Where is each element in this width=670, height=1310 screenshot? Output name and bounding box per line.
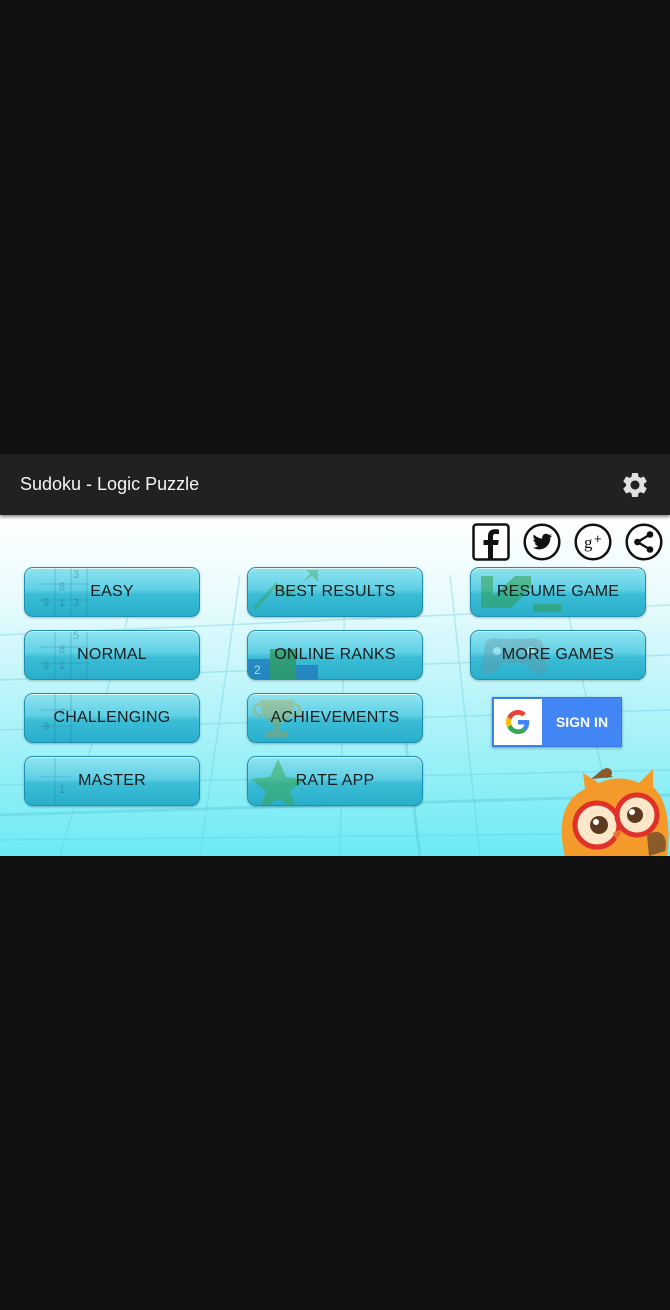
best-results-label: BEST RESULTS bbox=[274, 583, 396, 600]
deco-digit: 3 bbox=[73, 597, 79, 609]
deco-digit: 1 bbox=[59, 784, 65, 796]
deco-digit: 1 bbox=[59, 597, 65, 609]
google-sign-in-button[interactable]: SIGN IN bbox=[492, 697, 622, 747]
google-plus-icon[interactable]: g + bbox=[574, 523, 612, 561]
more-games-button[interactable]: MORE GAMES bbox=[470, 630, 646, 680]
deco-digit: 5 bbox=[73, 631, 79, 642]
online-ranks-label: ONLINE RANKS bbox=[274, 646, 396, 663]
resume-game-label: RESUME GAME bbox=[496, 583, 620, 600]
owl-mascot-image bbox=[561, 768, 669, 856]
deco-digit: 8 bbox=[59, 644, 65, 656]
easy-label: EASY bbox=[90, 583, 134, 600]
main-menu: g + 3 8 9 1 3 EASY 5 8 9 1 NORMAL 8 9 CH… bbox=[0, 515, 670, 856]
deco-digit: 9 bbox=[43, 660, 49, 672]
share-icon[interactable] bbox=[625, 523, 663, 561]
normal-button[interactable]: 5 8 9 1 NORMAL bbox=[24, 630, 200, 680]
best-results-button[interactable]: BEST RESULTS bbox=[247, 567, 423, 617]
twitter-icon[interactable] bbox=[523, 523, 561, 561]
resume-game-button[interactable]: RESUME GAME bbox=[470, 567, 646, 617]
easy-button[interactable]: 3 8 9 1 3 EASY bbox=[24, 567, 200, 617]
achievements-label: ACHIEVEMENTS bbox=[270, 709, 400, 726]
master-button[interactable]: 1 MASTER bbox=[24, 756, 200, 806]
svg-text:+: + bbox=[594, 531, 602, 546]
challenging-button[interactable]: 8 9 CHALLENGING bbox=[24, 693, 200, 743]
more-games-label: MORE GAMES bbox=[501, 646, 615, 663]
deco-digit: 1 bbox=[59, 660, 65, 672]
rate-app-button[interactable]: RATE APP bbox=[247, 756, 423, 806]
gear-icon[interactable] bbox=[620, 470, 650, 500]
podium-rank: 2 bbox=[254, 663, 261, 677]
facebook-icon[interactable] bbox=[472, 523, 510, 561]
app-title: Sudoku - Logic Puzzle bbox=[20, 474, 200, 494]
master-label: MASTER bbox=[78, 772, 146, 789]
deco-digit: 9 bbox=[43, 721, 49, 733]
achievements-button[interactable]: ACHIEVEMENTS bbox=[247, 693, 423, 743]
deco-digit: 9 bbox=[43, 597, 49, 609]
app-bar: Sudoku - Logic Puzzle bbox=[0, 454, 670, 515]
google-g-icon bbox=[506, 710, 530, 734]
deco-digit: 8 bbox=[59, 581, 65, 593]
challenging-label: CHALLENGING bbox=[53, 709, 171, 726]
normal-label: NORMAL bbox=[77, 646, 147, 663]
sign-in-label: SIGN IN bbox=[555, 714, 609, 730]
rate-app-label: RATE APP bbox=[295, 772, 375, 789]
svg-text:g: g bbox=[584, 533, 593, 552]
online-ranks-button[interactable]: 2 ONLINE RANKS bbox=[247, 630, 423, 680]
google-logo-box bbox=[494, 699, 542, 745]
deco-digit: 3 bbox=[73, 569, 79, 581]
